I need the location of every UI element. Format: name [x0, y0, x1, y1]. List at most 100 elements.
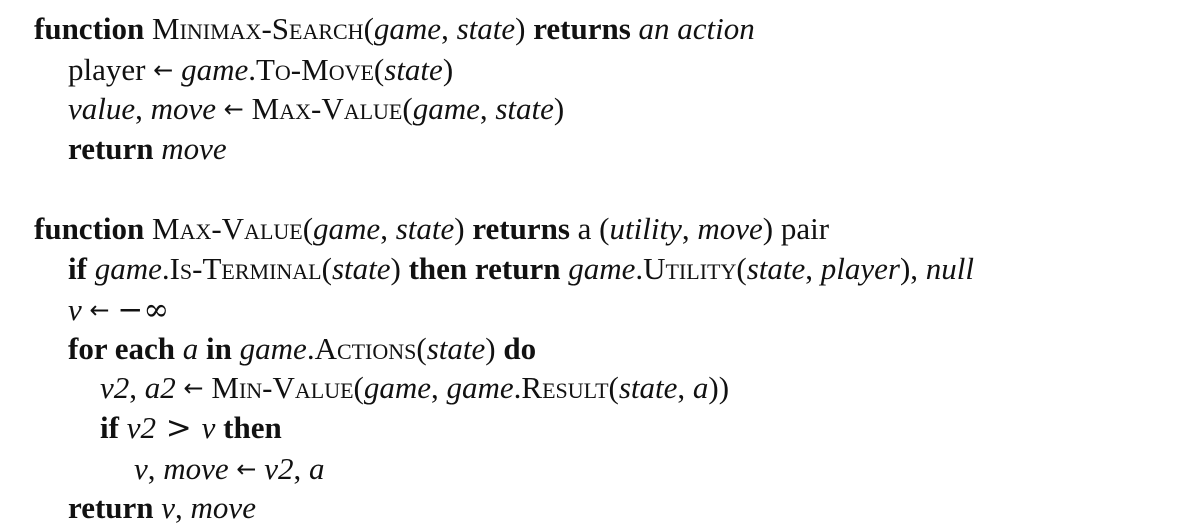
- return-text: ) pair: [762, 211, 830, 246]
- function-call: To-Move: [255, 52, 374, 87]
- separator: ,: [129, 370, 145, 405]
- dot: .: [248, 52, 256, 87]
- paren: (: [736, 251, 747, 286]
- operator-greater: >: [155, 410, 202, 446]
- argument: game: [412, 91, 480, 126]
- keyword-function: function: [34, 211, 145, 246]
- minimax-line-value-move: value, move ← Max-Value(game, state): [68, 91, 564, 129]
- max-value-header: function Max-Value(game, state) returns …: [34, 211, 829, 247]
- variable-v2: v2: [100, 370, 130, 405]
- keyword-if: if: [100, 410, 119, 445]
- dot: .: [306, 331, 315, 366]
- separator: ,: [681, 211, 698, 246]
- assign-arrow: ←: [183, 374, 204, 402]
- keyword-if: if: [68, 251, 87, 286]
- paren: (: [363, 11, 374, 46]
- paren: ): [390, 251, 401, 286]
- max-value-line-for: for each a in game.Actions(state) do: [68, 331, 536, 367]
- paren: ): [485, 331, 496, 366]
- object-game: game: [181, 52, 249, 87]
- variable-v2: v2: [264, 451, 294, 486]
- minimax-line-player: player ← game.To-Move(state): [68, 52, 453, 90]
- paren: ): [553, 91, 565, 126]
- argument: state: [384, 52, 443, 87]
- paren: ): [442, 52, 454, 87]
- minimax-line-return: return move: [68, 131, 227, 167]
- object-game: game: [239, 331, 307, 366]
- separator: ,: [175, 490, 191, 525]
- separator: ,: [293, 451, 310, 486]
- argument: state: [495, 91, 554, 126]
- argument: a: [692, 370, 709, 405]
- function-name: Minimax-Search: [152, 11, 364, 46]
- max-value-line-if: if v2 > v then: [100, 410, 282, 446]
- variable-v: v: [134, 451, 148, 486]
- separator: ,: [147, 451, 164, 486]
- keyword-do: do: [503, 331, 537, 366]
- argument: state: [331, 251, 391, 286]
- separator: ,: [431, 370, 447, 405]
- paren: )): [708, 370, 730, 405]
- separator: ,: [805, 251, 821, 286]
- object-game: game: [568, 251, 636, 286]
- function-call: Max-Value: [251, 91, 403, 126]
- separator: ,: [380, 211, 396, 246]
- keyword-return: return: [68, 131, 154, 166]
- argument: state: [746, 251, 806, 286]
- param-game: game: [313, 211, 381, 246]
- argument: player: [820, 251, 900, 286]
- paren: (: [416, 331, 427, 366]
- keyword-in: in: [206, 331, 232, 366]
- separator: ,: [479, 91, 496, 126]
- variable-move: move: [150, 91, 217, 126]
- negative-infinity: −∞: [117, 292, 170, 328]
- paren: (: [353, 370, 364, 405]
- keyword-for-each: for each: [68, 331, 176, 366]
- param-game: game: [373, 11, 442, 46]
- function-call: Actions: [314, 331, 417, 366]
- variable-v2: v2: [126, 410, 156, 445]
- paren: ),: [899, 251, 919, 286]
- variable-a2: a2: [144, 370, 176, 405]
- return-text: a (: [577, 211, 610, 246]
- return-description: an action: [638, 11, 755, 46]
- dot: .: [161, 251, 170, 286]
- keyword-then: then: [223, 410, 282, 445]
- variable-player: player: [68, 52, 146, 87]
- assign-arrow: ←: [153, 56, 174, 84]
- paren: ): [454, 211, 465, 246]
- object-game: game: [94, 251, 162, 286]
- variable-move: move: [163, 451, 229, 486]
- variable-value: value: [68, 91, 136, 126]
- variable-a: a: [309, 451, 325, 486]
- return-utility: utility: [609, 211, 682, 246]
- max-value-line-update: v, move ← v2, a: [134, 451, 325, 489]
- paren: (: [321, 251, 332, 286]
- param-state: state: [456, 11, 516, 46]
- function-call: Utility: [643, 251, 737, 286]
- null-value: null: [925, 251, 975, 286]
- variable-v: v: [161, 490, 176, 525]
- assign-arrow: ←: [89, 296, 110, 324]
- variable-move: move: [161, 131, 227, 166]
- assign-arrow: ←: [223, 95, 244, 123]
- argument: game: [363, 370, 431, 405]
- variable-v: v: [68, 292, 82, 327]
- param-state: state: [395, 211, 455, 246]
- max-value-line-return: return v, move: [68, 490, 256, 526]
- variable-v: v: [201, 410, 216, 445]
- argument: state: [426, 331, 486, 366]
- paren: ): [515, 11, 526, 46]
- variable-a: a: [182, 331, 199, 366]
- function-name: Max-Value: [152, 211, 303, 246]
- paren: (: [302, 211, 314, 246]
- paren: (: [608, 370, 619, 405]
- keyword-returns: returns: [472, 211, 570, 246]
- max-value-line-terminal: if game.Is-Terminal(state) then return g…: [68, 251, 974, 287]
- paren: (: [373, 52, 385, 87]
- keyword-return: return: [68, 490, 154, 525]
- argument: state: [618, 370, 678, 405]
- minimax-search-header: function Minimax-Search(game, state) ret…: [34, 11, 755, 47]
- separator: ,: [677, 370, 693, 405]
- function-call: Result: [521, 370, 609, 405]
